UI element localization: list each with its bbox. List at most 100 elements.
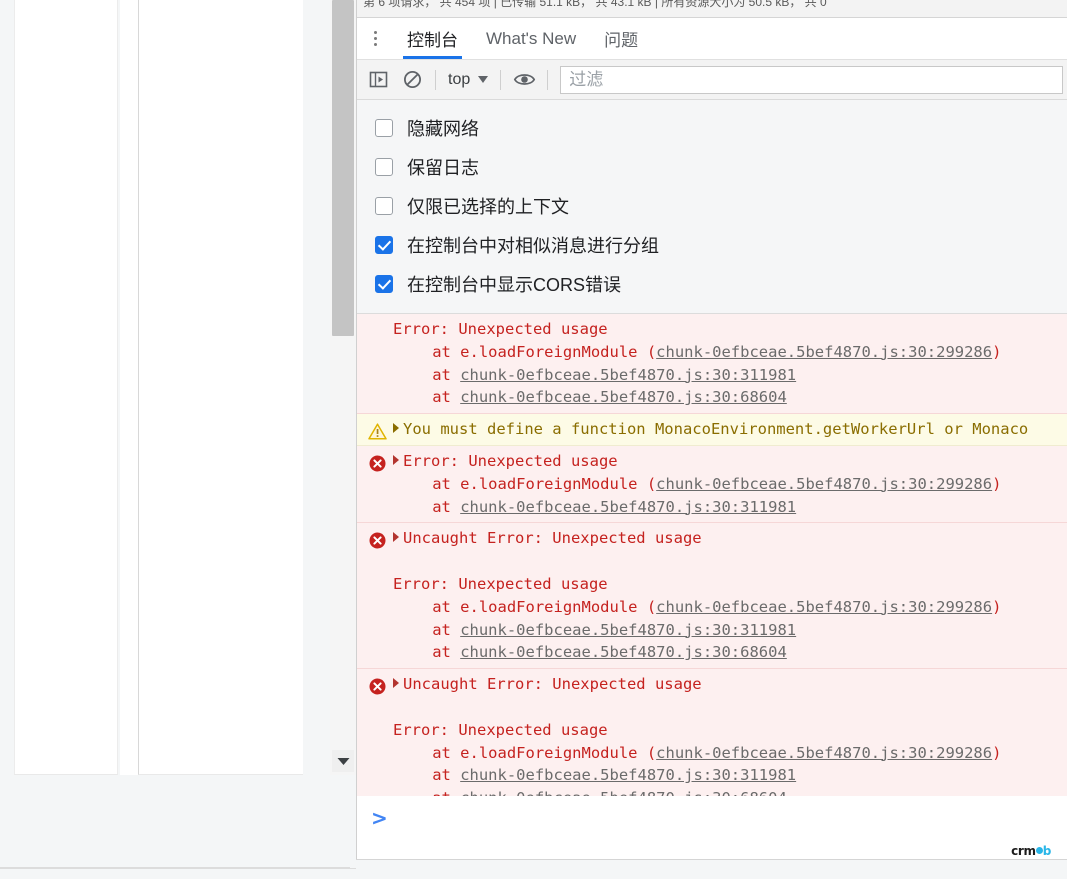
crmeb-watermark: crm b <box>1011 844 1051 858</box>
group-similar-checkbox[interactable] <box>375 235 393 254</box>
source-link[interactable]: chunk-0efbceae.5bef4870.js:30:299286 <box>656 343 992 361</box>
selected-context-only-checkbox[interactable] <box>375 196 393 215</box>
source-link[interactable]: chunk-0efbceae.5bef4870.js:30:299286 <box>656 744 992 762</box>
setting-selected-context-only[interactable]: 仅限已选择的上下文 <box>357 186 1067 225</box>
devtools-bottom-edge <box>356 859 1067 860</box>
tab-issues[interactable]: 问题 <box>590 18 652 59</box>
filter-input[interactable] <box>560 65 1063 94</box>
message-stack-line: at chunk-0efbceae.5bef4870.js:30:311981 <box>393 496 1067 519</box>
expand-triangle-icon[interactable] <box>393 423 399 434</box>
message-line: You must define a function MonacoEnviron… <box>393 418 1067 441</box>
tab-issues-label: 问题 <box>604 31 639 50</box>
error-text: Uncaught Error: Unexpected usage <box>403 529 702 548</box>
stack-after: ) <box>992 474 1002 493</box>
stack-text: at <box>432 620 461 639</box>
page-bottom-strip <box>0 775 350 868</box>
message-stack-line: at e.loadForeignModule (chunk-0efbceae.5… <box>393 596 1067 619</box>
page-column-right <box>138 0 303 775</box>
tab-whats-new-label: What's New <box>486 28 577 48</box>
selected-context-only-label: 仅限已选择的上下文 <box>407 196 569 217</box>
console-prompt-row[interactable]: > <box>357 796 1067 838</box>
tab-console[interactable]: 控制台 <box>393 18 472 59</box>
page-column-left <box>14 0 118 775</box>
chevron-down-icon <box>478 76 489 83</box>
console-message-error[interactable]: Error: Unexpected usage at e.loadForeign… <box>357 314 1067 415</box>
expand-triangle-icon[interactable] <box>393 532 399 543</box>
message-stack-line: at chunk-0efbceae.5bef4870.js:30:68604 <box>393 787 1067 796</box>
page-vertical-scrollbar[interactable] <box>330 0 356 775</box>
setting-show-cors-errors[interactable]: 在控制台中显示CORS错误 <box>357 264 1067 303</box>
console-message-error[interactable]: Uncaught Error: Unexpected usage Error: … <box>357 523 1067 670</box>
expand-triangle-icon[interactable] <box>393 678 399 689</box>
show-cors-errors-checkbox[interactable] <box>375 274 393 293</box>
setting-hide-network[interactable]: 隐藏网络 <box>357 108 1067 147</box>
execution-context-label: top <box>448 70 471 88</box>
setting-group-similar[interactable]: 在控制台中对相似消息进行分组 <box>357 225 1067 264</box>
hide-network-label: 隐藏网络 <box>407 118 479 139</box>
error-circle-icon <box>368 531 387 550</box>
source-link[interactable]: chunk-0efbceae.5bef4870.js:30:299286 <box>656 598 992 616</box>
tab-console-label: 控制台 <box>407 31 458 50</box>
devtools-tabbar: 控制台 What's New 问题 <box>357 18 1067 60</box>
tab-whats-new[interactable]: What's New <box>472 18 590 59</box>
devtools-panel: 第 6 项请求， 共 454 项 | 已传输 51.1 kB， 共 43.1 k… <box>356 0 1067 860</box>
preserve-log-checkbox[interactable] <box>375 157 393 176</box>
source-link[interactable]: chunk-0efbceae.5bef4870.js:30:311981 <box>460 498 796 516</box>
console-toolbar: top <box>357 60 1067 100</box>
scroll-down-arrow-icon[interactable] <box>332 750 354 772</box>
blank-spacer-line <box>393 696 1067 719</box>
stack-after: ) <box>992 342 1002 361</box>
source-link[interactable]: chunk-0efbceae.5bef4870.js:30:68604 <box>460 789 787 796</box>
execution-context-selector[interactable]: top <box>442 67 494 93</box>
console-message-error[interactable]: Error: Unexpected usage at e.loadForeign… <box>357 445 1067 524</box>
stack-text: at e.loadForeignModule ( <box>432 597 657 616</box>
console-message-warning[interactable]: You must define a function MonacoEnviron… <box>357 414 1067 446</box>
message-line: Uncaught Error: Unexpected usage <box>393 527 1067 550</box>
show-cors-errors-label: 在控制台中显示CORS错误 <box>407 274 622 295</box>
network-summary-bar: 第 6 项请求， 共 454 项 | 已传输 51.1 kB， 共 43.1 k… <box>357 0 1067 18</box>
error-circle-icon <box>368 677 387 696</box>
prompt-chevron-icon: > <box>371 805 388 830</box>
hide-network-checkbox[interactable] <box>375 118 393 137</box>
source-link[interactable]: chunk-0efbceae.5bef4870.js:30:311981 <box>460 366 796 384</box>
stack-text: at e.loadForeignModule ( <box>432 743 657 762</box>
page-gutter <box>303 0 330 775</box>
message-line: Error: Unexpected usage <box>393 450 1067 473</box>
error-text: Error: Unexpected usage <box>403 451 618 470</box>
message-stack-line: at chunk-0efbceae.5bef4870.js:30:311981 <box>393 619 1067 642</box>
watermark-text-a: crm <box>1011 844 1036 858</box>
show-console-sidebar-icon[interactable] <box>361 65 395 95</box>
stack-after: ) <box>992 597 1002 616</box>
expand-triangle-icon[interactable] <box>393 454 399 465</box>
console-message-list[interactable]: Error: Unexpected usage at e.loadForeign… <box>357 314 1067 796</box>
message-line: Error: Unexpected usage <box>393 320 608 338</box>
stack-text: at <box>432 766 461 785</box>
console-bottom-spacer: crm b <box>357 838 1067 860</box>
message-stack-line: at e.loadForeignModule (chunk-0efbceae.5… <box>393 742 1067 765</box>
kebab-menu-icon[interactable] <box>357 18 393 59</box>
page-bottom-rule <box>0 868 356 869</box>
scrollbar-thumb[interactable] <box>332 0 354 336</box>
stack-text: at <box>432 643 461 662</box>
setting-preserve-log[interactable]: 保留日志 <box>357 147 1067 186</box>
source-link[interactable]: chunk-0efbceae.5bef4870.js:30:68604 <box>460 388 787 406</box>
message-line: Error: Unexpected usage <box>393 720 608 739</box>
network-summary-text: 第 6 项请求， 共 454 项 | 已传输 51.1 kB， 共 43.1 k… <box>363 0 827 9</box>
source-link[interactable]: chunk-0efbceae.5bef4870.js:30:68604 <box>460 643 787 661</box>
source-link[interactable]: chunk-0efbceae.5bef4870.js:30:299286 <box>656 475 992 493</box>
message-stack-line: at chunk-0efbceae.5bef4870.js:30:68604 <box>393 641 1067 664</box>
console-message-error[interactable]: Uncaught Error: Unexpected usage Error: … <box>357 669 1067 796</box>
stack-text: at e.loadForeignModule ( <box>432 474 657 493</box>
stack-text: at e.loadForeignModule ( <box>432 342 657 361</box>
watermark-dot <box>1035 847 1043 854</box>
clear-console-icon[interactable] <box>395 65 429 95</box>
web-page-content-area <box>0 0 356 879</box>
warning-text: You must define a function MonacoEnviron… <box>403 420 1029 439</box>
stack-text: at <box>432 388 461 407</box>
error-circle-icon <box>368 454 387 473</box>
toolbar-divider-1 <box>435 69 436 90</box>
live-expression-icon[interactable] <box>507 65 541 95</box>
source-link[interactable]: chunk-0efbceae.5bef4870.js:30:311981 <box>460 766 796 784</box>
source-link[interactable]: chunk-0efbceae.5bef4870.js:30:311981 <box>460 621 796 639</box>
message-stack-line: at e.loadForeignModule (chunk-0efbceae.5… <box>393 473 1067 496</box>
